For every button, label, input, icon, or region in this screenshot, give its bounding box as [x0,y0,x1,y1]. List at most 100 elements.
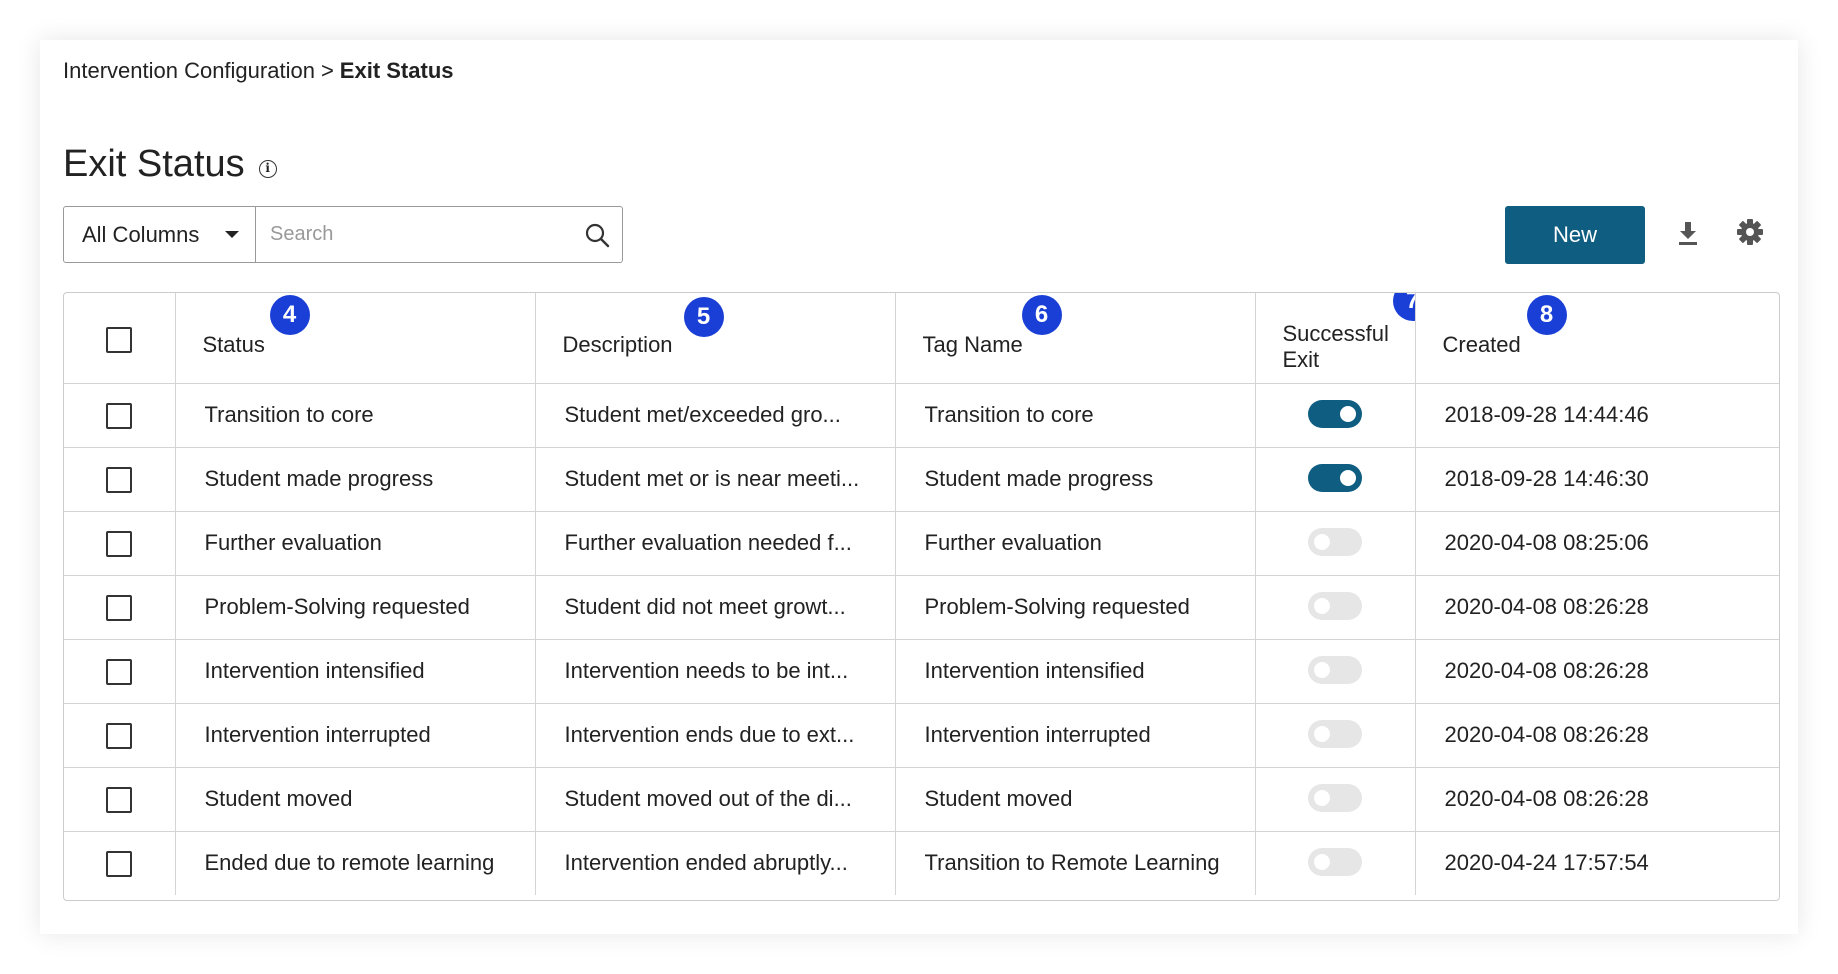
cell-successful-exit [1255,703,1416,768]
annotation-badge: 7 [1392,293,1414,321]
cell-description: Student met or is near meeti... [535,447,896,512]
column-header-tag-name[interactable]: Tag Name 6 [895,293,1256,384]
successful-exit-toggle[interactable] [1308,592,1362,621]
successful-exit-toggle[interactable] [1308,464,1362,493]
cell-created: 2020-04-24 17:57:54 [1444,850,1649,876]
column-header-description[interactable]: Description 5 [535,293,896,384]
info-icon[interactable]: i [258,159,277,178]
cell-description: Intervention needs to be int... [535,639,896,704]
toggle-knob [1314,534,1330,551]
cell-successful-exit [1255,511,1416,576]
toggle-knob [1340,470,1356,487]
cell-created: 2020-04-08 08:26:28 [1415,639,1779,704]
table-row[interactable]: Transition to core Student met/exceeded g… [64,383,1779,448]
cell-tag-name: Problem-Solving requested [895,575,1256,640]
cell-created: 2020-04-08 08:26:28 [1415,575,1779,640]
table-row[interactable]: Ended due to remote learning Intervention… [64,831,1779,895]
toggle-knob [1314,726,1330,743]
row-checkbox[interactable] [106,594,133,621]
column-header-label: Tag Name [922,331,1023,357]
cell-description: Student moved out of the di... [535,767,896,832]
successful-exit-toggle[interactable] [1308,528,1362,557]
select-all-checkbox[interactable] [106,326,133,353]
cell-status: Intervention intensified [175,639,536,704]
successful-exit-toggle[interactable] [1308,848,1362,877]
toggle-knob [1314,662,1330,679]
row-select-cell [64,447,176,512]
row-checkbox[interactable] [106,658,133,685]
successful-exit-toggle[interactable] [1308,720,1362,749]
cell-tag-name: Intervention interrupted [895,703,1256,768]
breadcrumb-separator: > [320,58,334,83]
cell-tag-name: Transition to Remote Learning [895,831,1256,895]
cell-status: Problem-Solving requested [175,575,536,640]
cell-tag-name: Transition to core [895,383,1256,448]
table-row[interactable]: Further evaluation Further evaluation nee… [64,511,1779,576]
search-input[interactable] [256,207,572,262]
row-checkbox[interactable] [106,722,133,749]
cell-status: Student made progress [175,447,536,512]
column-select-value: All Columns [82,221,200,247]
table-row[interactable]: Intervention interrupted Intervention end… [64,703,1779,768]
page-title-text: Exit Status [63,143,245,185]
row-checkbox[interactable] [106,402,133,429]
table-row[interactable]: Problem-Solving requested Student did not… [64,575,1779,640]
successful-exit-toggle[interactable] [1308,400,1362,429]
cell-created: 2020-04-08 08:26:28 [1415,767,1779,832]
column-select[interactable]: All Columns [64,207,256,262]
row-select-cell [64,767,176,832]
cell-description: Student did not meet growt... [535,575,896,640]
column-header-label-line2: Exit [1282,346,1320,372]
cell-status: Student moved [175,767,536,832]
row-checkbox[interactable] [106,530,133,557]
column-header-created[interactable]: Created 8 [1415,293,1779,384]
cell-successful-exit [1255,383,1416,448]
new-button[interactable]: New [1505,206,1645,264]
exit-status-panel: Intervention Configuration > Exit Status E… [40,40,1798,934]
row-checkbox[interactable] [106,786,133,813]
successful-exit-toggle[interactable] [1308,784,1362,813]
cell-status: Transition to core [175,383,536,448]
cell-tag-name: Further evaluation [895,511,1256,576]
cell-status: Intervention interrupted [175,703,536,768]
annotation-badge: 6 [1021,295,1062,335]
caret-down-icon [225,231,239,238]
column-header-label: Description [562,331,673,357]
cell-description: Further evaluation needed f... [535,511,896,576]
cell-tag-name: Intervention intensified [895,639,1256,704]
row-select-cell [64,575,176,640]
exit-status-table: Status 4 Description 5 Tag Name 6 Succes… [63,292,1780,901]
breadcrumb-current: Exit Status [339,58,454,83]
breadcrumb: Intervention Configuration > Exit Status [63,58,454,84]
toggle-knob [1314,790,1330,807]
toggle-knob [1340,406,1356,423]
row-checkbox[interactable] [106,466,133,493]
table-row[interactable]: Student made progress Student met or is n… [64,447,1779,512]
row-checkbox[interactable] [106,850,133,877]
row-select-cell [64,639,176,704]
search-icon[interactable] [572,207,622,262]
gear-icon[interactable] [1736,218,1764,251]
cell-status: Further evaluation [175,511,536,576]
row-select-cell [64,511,176,576]
breadcrumb-parent[interactable]: Intervention Configuration [63,58,315,83]
cell-successful-exit [1255,575,1416,640]
row-select-cell [64,383,176,448]
row-select-cell [64,703,176,768]
column-header-status[interactable]: Status 4 [175,293,536,384]
cell-successful-exit [1255,767,1416,832]
column-header-label-line1: Successful [1282,320,1389,346]
column-header-successful-exit[interactable]: Successful Exit 7 [1255,293,1416,384]
annotation-badge: 8 [1526,295,1567,335]
annotation-badge: 5 [683,297,724,337]
search-filter: All Columns [63,206,623,263]
cell-tag-name: Student made progress [895,447,1256,512]
table-row[interactable]: Student moved Student moved out of the di… [64,767,1779,832]
column-header-label: Created [1442,331,1521,357]
download-icon[interactable] [1677,220,1699,251]
select-all-cell [64,293,176,384]
cell-created: 2018-09-28 14:44:46 [1415,383,1779,448]
toggle-knob [1314,598,1330,615]
table-row[interactable]: Intervention intensified Intervention nee… [64,639,1779,704]
successful-exit-toggle[interactable] [1308,656,1362,685]
